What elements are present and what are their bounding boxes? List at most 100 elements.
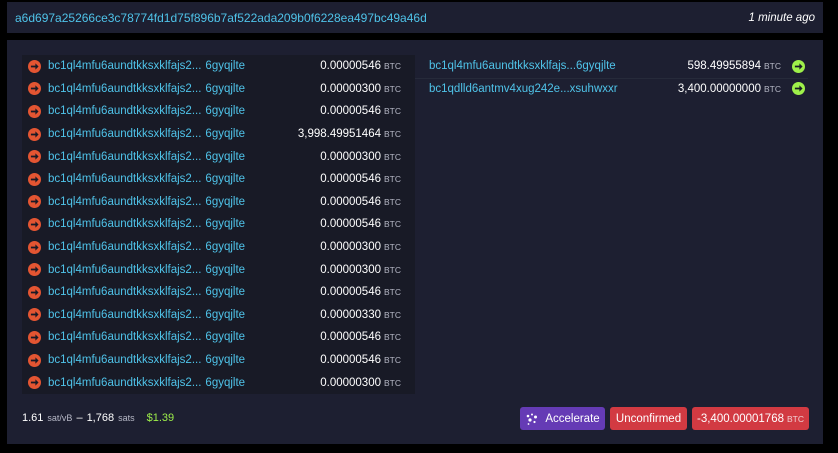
input-address-link[interactable]: bc1ql4mfu6aundtkksxklfajs2... 6gyqjlte [48, 173, 245, 185]
input-row: bc1ql4mfu6aundtkksxklfajs2... 6gyqjlte 0.0… [22, 145, 415, 168]
address-start: bc1ql4mfu6aundtkksxklfajs2... [48, 376, 202, 389]
amount-unit: BTC [384, 332, 401, 343]
input-row: bc1ql4mfu6aundtkksxklfajs2... 6gyqjlte 3,9… [22, 123, 415, 146]
input-address-link[interactable]: bc1ql4mfu6aundtkksxklfajs2... 6gyqjlte [48, 354, 245, 366]
status-badge: Unconfirmed [610, 407, 687, 430]
input-address-link[interactable]: bc1ql4mfu6aundtkksxklfajs2... 6gyqjlte [48, 218, 245, 230]
address-end: 6gyqjlte [205, 105, 246, 118]
amount-value: 3,400.00000000 [677, 82, 761, 95]
input-amount: 0.00000300 BTC [320, 264, 401, 276]
address-start: bc1ql4mfu6aundtkksxklfajs2... [48, 354, 202, 367]
address-start: bc1ql4mfu6aundtkksxklfajs2... [48, 105, 202, 118]
address-start: bc1ql4mfu6aundtkksxklfajs2... [48, 82, 202, 95]
input-arrow-link[interactable] [28, 240, 41, 254]
transaction-header: a6d697a25266ce3c78774fd1d75f896b7af522ad… [7, 2, 823, 33]
transaction-panel: bc1ql4mfu6aundtkksxklfajs2... 6gyqjlte 0.0… [7, 40, 823, 444]
input-arrow-link[interactable] [28, 330, 41, 344]
fee-separator: – [76, 412, 83, 424]
address-start: bc1ql4mfu6aundtkksxklfajs2... [48, 60, 202, 73]
input-arrow-link[interactable] [28, 172, 41, 186]
input-arrow-link[interactable] [28, 376, 41, 390]
transaction-id-link[interactable]: a6d697a25266ce3c78774fd1d75f896b7af522ad… [15, 11, 427, 25]
amount-value: 0.00000300 [320, 376, 381, 389]
input-address-link[interactable]: bc1ql4mfu6aundtkksxklfajs2... 6gyqjlte [48, 151, 245, 163]
amount-unit: BTC [384, 287, 401, 298]
amount-unit: BTC [764, 83, 781, 94]
input-arrow-link[interactable] [28, 127, 41, 141]
input-amount: 3,998.49951464 BTC [298, 128, 401, 140]
input-address-link[interactable]: bc1ql4mfu6aundtkksxklfajs2... 6gyqjlte [48, 128, 245, 140]
input-arrow-link[interactable] [28, 217, 41, 231]
output-amount: 3,400.00000000 BTC [678, 83, 781, 95]
output-arrow-link[interactable] [792, 82, 805, 96]
output-address-link[interactable]: bc1qdlld6antmv4xug242e...xsuhwxxr [429, 83, 618, 95]
arrow-right-circle-icon [30, 221, 39, 228]
amount-unit: BTC [384, 106, 401, 117]
rocket-sparkle-icon [527, 413, 538, 425]
input-arrow-link[interactable] [28, 59, 41, 73]
address-end: 6gyqjlte [205, 60, 246, 73]
input-arrow-link[interactable] [28, 353, 41, 367]
arrow-right-circle-icon [30, 243, 39, 251]
address-end: 6gyqjlte [205, 354, 246, 367]
input-address-link[interactable]: bc1ql4mfu6aundtkksxklfajs2... 6gyqjlte [48, 331, 245, 343]
input-amount: 0.00000330 BTC [320, 309, 401, 321]
arrow-right-circle-icon [30, 289, 39, 296]
input-amount: 0.00000300 BTC [320, 377, 401, 389]
arrow-right-circle-icon [30, 85, 39, 92]
amount-value: 0.00000546 [320, 173, 381, 186]
input-row: bc1ql4mfu6aundtkksxklfajs2... 6gyqjlte 0.0… [22, 349, 415, 372]
address-end: 6gyqjlte [205, 128, 246, 141]
arrow-right-circle-icon [794, 85, 803, 92]
amount-value: 0.00000546 [320, 218, 381, 231]
input-arrow-link[interactable] [28, 104, 41, 118]
output-arrow-link[interactable] [792, 59, 805, 73]
arrow-right-circle-icon [30, 311, 39, 318]
fee-summary: 1.61 sat/vB – 1,768 sats $1.39 [22, 412, 174, 424]
input-address-link[interactable]: bc1ql4mfu6aundtkksxklfajs2... 6gyqjlte [48, 105, 245, 117]
arrow-right-circle-icon [30, 266, 39, 273]
input-address-link[interactable]: bc1ql4mfu6aundtkksxklfajs2... 6gyqjlte [48, 241, 245, 253]
transaction-time: 1 minute ago [748, 11, 816, 24]
amount-unit: BTC [384, 242, 401, 253]
address-end: 6gyqjlte [205, 195, 246, 208]
amount-unit: BTC [384, 174, 401, 185]
input-address-link[interactable]: bc1ql4mfu6aundtkksxklfajs2... 6gyqjlte [48, 286, 245, 298]
input-arrow-link[interactable] [28, 263, 41, 277]
amount-value: 0.00000300 [320, 241, 381, 254]
input-address-link[interactable]: bc1ql4mfu6aundtkksxklfajs2... 6gyqjlte [48, 264, 245, 276]
address-start: bc1ql4mfu6aundtkksxklfajs2... [48, 150, 202, 163]
input-arrow-link[interactable] [28, 195, 41, 209]
input-arrow-link[interactable] [28, 82, 41, 96]
input-address-link[interactable]: bc1ql4mfu6aundtkksxklfajs2... 6gyqjlte [48, 60, 245, 72]
input-address-link[interactable]: bc1ql4mfu6aundtkksxklfajs2... 6gyqjlte [48, 377, 245, 389]
arrow-right-circle-icon [30, 130, 39, 138]
input-arrow-link[interactable] [28, 285, 41, 299]
amount-value: 0.00000300 [320, 150, 381, 163]
amount-value: 0.00000330 [320, 308, 381, 321]
input-arrow-link[interactable] [28, 308, 41, 322]
input-address-link[interactable]: bc1ql4mfu6aundtkksxklfajs2... 6gyqjlte [48, 309, 245, 321]
address-end: 6gyqjlte [205, 241, 246, 254]
output-address-link[interactable]: bc1ql4mfu6aundtkksxklfajs...6gyqjlte [429, 60, 616, 72]
input-row: bc1ql4mfu6aundtkksxklfajs2... 6gyqjlte 0.0… [22, 78, 415, 101]
input-amount: 0.00000300 BTC [320, 241, 401, 253]
amount-unit: BTC [384, 129, 401, 140]
input-address-link[interactable]: bc1ql4mfu6aundtkksxklfajs2... 6gyqjlte [48, 196, 245, 208]
amount-unit: BTC [384, 83, 401, 94]
input-arrow-link[interactable] [28, 150, 41, 164]
input-row: bc1ql4mfu6aundtkksxklfajs2... 6gyqjlte 0.0… [22, 168, 415, 191]
address-end: 6gyqjlte [205, 308, 246, 321]
accelerate-button[interactable]: Accelerate [520, 407, 605, 430]
input-row: bc1ql4mfu6aundtkksxklfajs2... 6gyqjlte 0.0… [22, 55, 415, 78]
address-start: bc1ql4mfu6aundtkksxklfajs2... [48, 173, 202, 186]
address-end: 6gyqjlte [205, 263, 246, 276]
input-amount: 0.00000546 BTC [320, 354, 401, 366]
input-amount: 0.00000300 BTC [320, 151, 401, 163]
input-row: bc1ql4mfu6aundtkksxklfajs2... 6gyqjlte 0.0… [22, 281, 415, 304]
total-amount: -3,400.00001768 [697, 412, 784, 425]
arrow-right-circle-icon [30, 198, 39, 205]
input-amount: 0.00000546 BTC [320, 105, 401, 117]
output-row: bc1qdlld6antmv4xug242e...xsuhwxxr 3,400.0… [415, 78, 808, 101]
input-address-link[interactable]: bc1ql4mfu6aundtkksxklfajs2... 6gyqjlte [48, 83, 245, 95]
